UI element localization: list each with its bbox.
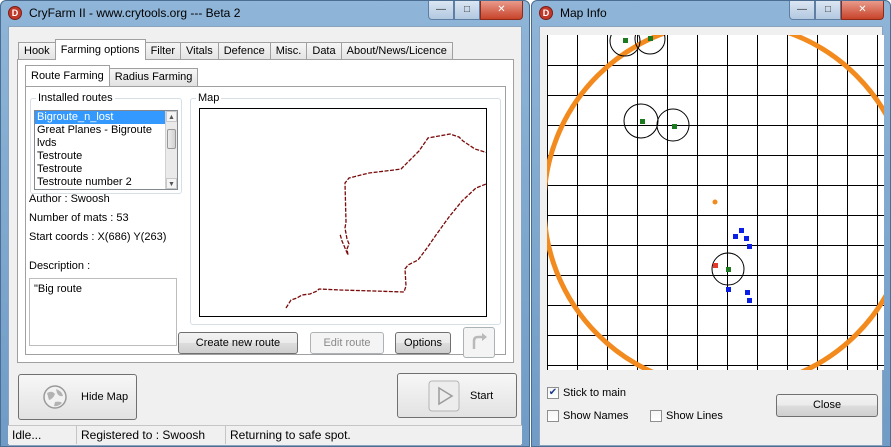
map-info-client-area: ✔ Stick to main Show Names Show Lines Cl…: [539, 26, 884, 446]
installed-routes-group: Installed routes Bigroute_n_lost Great P…: [30, 92, 182, 194]
tab-farming-options[interactable]: Farming options: [54, 39, 146, 60]
status-state: Idle...: [8, 426, 77, 444]
scroll-thumb[interactable]: [167, 129, 176, 149]
play-icon: [428, 380, 460, 412]
checkbox-box: [650, 410, 662, 422]
show-names-checkbox[interactable]: Show Names: [547, 410, 628, 422]
hide-map-label: Hide Map: [81, 391, 129, 403]
app-icon: D: [8, 6, 22, 20]
mat-marker: [672, 124, 677, 129]
window-title: CryFarm II - www.crytools.org --- Beta 2: [29, 6, 241, 20]
start-label: Start: [470, 389, 494, 402]
radar-map: [547, 35, 884, 370]
checkbox-box: [547, 410, 559, 422]
player-marker: [713, 263, 718, 268]
hide-map-button[interactable]: Hide Map: [18, 374, 137, 420]
tab-hook[interactable]: Hook: [18, 42, 56, 60]
radar-grid: [547, 35, 884, 370]
map-group: Map Create new route Edit route Options: [178, 92, 501, 358]
minimize-button[interactable]: —: [428, 1, 454, 20]
refresh-button[interactable]: [463, 327, 495, 358]
start-button[interactable]: Start: [397, 373, 517, 418]
map-info-app-icon: D: [539, 6, 553, 20]
tab-data[interactable]: Data: [306, 42, 342, 60]
tab-defence[interactable]: Defence: [217, 42, 271, 60]
map-info-minimize-button[interactable]: —: [789, 1, 815, 20]
author-text: Author : Swoosh: [29, 193, 110, 205]
status-action: Returning to safe spot.: [230, 428, 351, 442]
other-marker: [726, 287, 731, 292]
map-info-title: Map Info: [560, 6, 607, 20]
stick-to-main-checkbox[interactable]: ✔ Stick to main: [547, 387, 626, 399]
tab-vitals[interactable]: Vitals: [180, 42, 219, 60]
status-bar: Idle... Registered to : Swoosh Returning…: [8, 425, 522, 444]
other-marker: [744, 236, 749, 241]
list-item[interactable]: Great Planes - Bigroute: [35, 124, 177, 137]
mats-count-text: Number of mats : 53: [29, 212, 129, 224]
target-marker: [712, 199, 718, 205]
routes-scrollbar[interactable]: ▲ ▼: [165, 111, 177, 189]
list-item[interactable]: Bigroute_n_lost: [35, 111, 177, 124]
other-marker: [745, 290, 750, 295]
start-coords-text: Start coords : X(686) Y(263): [29, 231, 167, 243]
tab-filter[interactable]: Filter: [144, 42, 182, 60]
globe-icon: [43, 385, 67, 409]
close-button[interactable]: Close: [776, 394, 878, 417]
main-client-area: Hook Farming options Filter Vitals Defen…: [8, 26, 522, 446]
show-lines-checkbox[interactable]: Show Lines: [650, 410, 723, 422]
list-item[interactable]: Testroute: [35, 163, 177, 176]
show-lines-label: Show Lines: [666, 410, 723, 422]
mat-marker: [648, 36, 653, 41]
other-marker: [733, 234, 738, 239]
route-map: [199, 108, 499, 317]
tab-route-farming[interactable]: Route Farming: [25, 65, 110, 86]
status-registered: Registered to : Swoosh: [77, 426, 226, 444]
map-info-maximize-button[interactable]: □: [815, 1, 841, 20]
create-route-button[interactable]: Create new route: [178, 332, 298, 354]
map-info-window: D Map Info — □ ✕ ✔ Stick to main Show Na…: [531, 0, 891, 447]
description-textarea[interactable]: "Big route: [29, 278, 177, 346]
stick-to-main-label: Stick to main: [563, 387, 626, 399]
list-item[interactable]: Testroute: [35, 150, 177, 163]
close-button[interactable]: ✕: [480, 1, 523, 20]
other-marker: [747, 244, 752, 249]
cryfarm-window: D CryFarm II - www.crytools.org --- Beta…: [0, 0, 530, 447]
tab-misc[interactable]: Misc.: [269, 42, 308, 60]
installed-routes-label: Installed routes: [36, 92, 115, 104]
list-item[interactable]: Testroute number 2: [35, 176, 177, 189]
route-path-graphic: [285, 133, 499, 309]
main-tabs: Hook Farming options Filter Vitals Defen…: [18, 39, 453, 60]
other-marker: [747, 298, 752, 303]
refresh-icon: [472, 333, 487, 349]
title-bar[interactable]: D CryFarm II - www.crytools.org --- Beta…: [1, 1, 529, 25]
description-label: Description :: [29, 260, 91, 272]
scroll-up-icon[interactable]: ▲: [166, 111, 177, 122]
other-marker: [739, 228, 744, 233]
mat-marker: [640, 119, 645, 124]
map-info-title-bar[interactable]: D Map Info — □ ✕: [532, 1, 890, 25]
route-line: [285, 133, 499, 309]
tab-about[interactable]: About/News/Licence: [340, 42, 453, 60]
mat-marker: [623, 38, 628, 43]
map-label: Map: [196, 92, 222, 104]
edit-route-button[interactable]: Edit route: [310, 332, 384, 354]
routes-listbox[interactable]: Bigroute_n_lost Great Planes - Bigroute …: [34, 110, 178, 190]
options-button[interactable]: Options: [395, 332, 451, 354]
mat-marker: [726, 267, 731, 272]
maximize-button[interactable]: □: [454, 1, 480, 20]
show-names-label: Show Names: [563, 410, 629, 422]
scroll-down-icon[interactable]: ▼: [166, 178, 177, 189]
farming-subtabs: Route Farming Radius Farming: [25, 65, 199, 86]
tab-radius-farming[interactable]: Radius Farming: [108, 68, 199, 86]
list-item[interactable]: lvds: [35, 137, 177, 150]
map-info-close-x-button[interactable]: ✕: [841, 1, 884, 20]
checkmark-icon: ✔: [547, 387, 559, 399]
